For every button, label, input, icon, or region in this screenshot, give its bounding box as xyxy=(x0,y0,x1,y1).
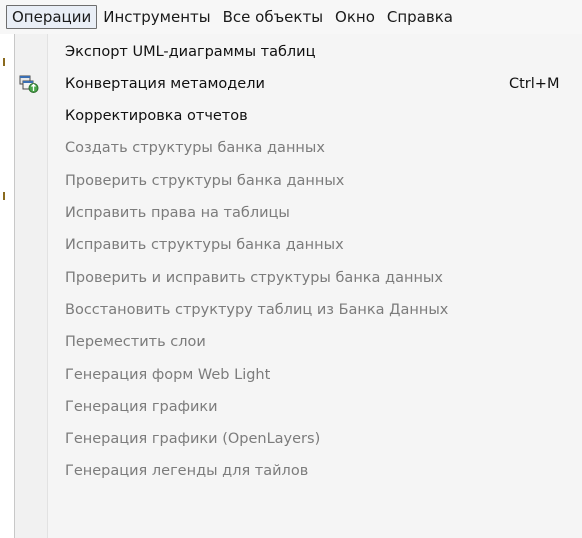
menu-item-convert-metamodel[interactable]: Конвертация метамодели Ctrl+M xyxy=(15,68,582,99)
menu-item-label: Переместить слои xyxy=(65,333,206,350)
menu-item-generate-graphics-openlayers[interactable]: Генерация графики (OpenLayers) xyxy=(15,423,582,454)
menu-item-restore-table-structure[interactable]: Восстановить структуру таблиц из Банка Д… xyxy=(15,294,582,325)
menubar-tools[interactable]: Инструменты xyxy=(97,5,216,29)
edge-mark xyxy=(3,192,5,200)
menu-item-label: Генерация форм Web Light xyxy=(65,366,271,383)
menu-item-label: Экспорт UML-диаграммы таблиц xyxy=(65,43,316,60)
menu-item-shortcut: Ctrl+M xyxy=(509,75,560,92)
menu-item-fix-db-structures[interactable]: Исправить структуры банка данных xyxy=(15,229,582,260)
menu-item-label: Корректировка отчетов xyxy=(65,107,248,124)
menu-item-generate-web-light-forms[interactable]: Генерация форм Web Light xyxy=(15,359,582,390)
menubar-operations[interactable]: Операции xyxy=(6,5,98,29)
menu-item-correct-reports[interactable]: Корректировка отчетов xyxy=(15,100,582,131)
menu-item-fix-table-rights[interactable]: Исправить права на таблицы xyxy=(15,197,582,228)
menu-item-label: Конвертация метамодели xyxy=(65,75,265,92)
menubar-help[interactable]: Справка xyxy=(381,5,459,29)
menu-item-create-db-structures[interactable]: Создать структуры банка данных xyxy=(15,132,582,163)
menu-item-label: Создать структуры банка данных xyxy=(65,139,325,156)
menu-item-label: Проверить и исправить структуры банка да… xyxy=(65,269,443,286)
menubar-window[interactable]: Окно xyxy=(329,5,381,29)
menu-item-label: Проверить структуры банка данных xyxy=(65,172,345,189)
menu-bar: Операции Инструменты Все объекты Окно Сп… xyxy=(0,0,582,34)
convert-metamodel-icon xyxy=(19,74,39,94)
background-window-edge xyxy=(0,34,14,538)
operations-dropdown-menu: Экспорт UML-диаграммы таблиц Конвертация… xyxy=(14,34,582,538)
menu-item-move-layers[interactable]: Переместить слои xyxy=(15,326,582,357)
menu-item-check-db-structures[interactable]: Проверить структуры банка данных xyxy=(15,165,582,196)
menu-item-generate-graphics[interactable]: Генерация графики xyxy=(15,391,582,422)
menu-item-label: Генерация графики (OpenLayers) xyxy=(65,430,321,447)
menu-item-check-and-fix-db-structures[interactable]: Проверить и исправить структуры банка да… xyxy=(15,262,582,293)
menu-item-export-uml[interactable]: Экспорт UML-диаграммы таблиц xyxy=(15,36,582,67)
menubar-all-objects[interactable]: Все объекты xyxy=(217,5,329,29)
menu-item-label: Генерация легенды для тайлов xyxy=(65,462,309,479)
menu-item-label: Исправить права на таблицы xyxy=(65,204,290,221)
menu-item-label: Исправить структуры банка данных xyxy=(65,236,344,253)
menu-item-generate-tile-legend[interactable]: Генерация легенды для тайлов xyxy=(15,455,582,486)
edge-mark xyxy=(3,58,5,66)
menu-item-label: Восстановить структуру таблиц из Банка Д… xyxy=(65,301,449,318)
menu-item-label: Генерация графики xyxy=(65,398,218,415)
